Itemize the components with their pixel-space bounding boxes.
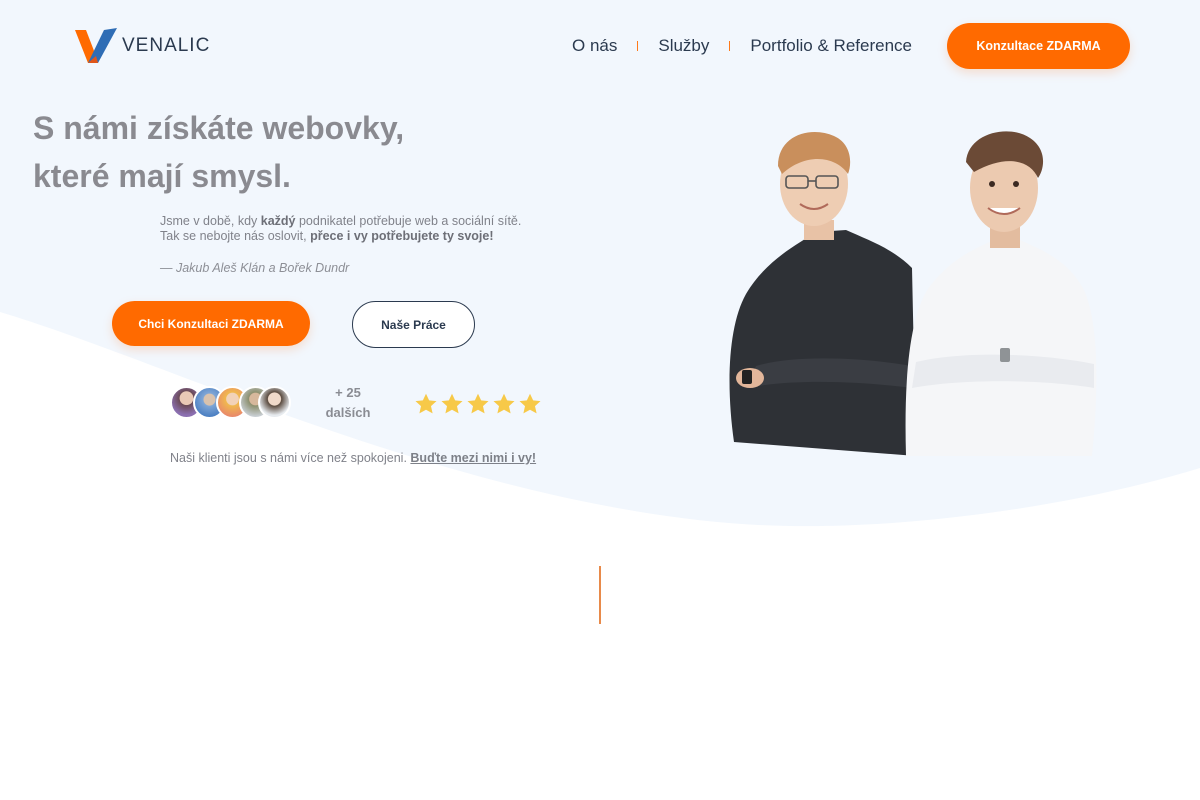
- star-icon: [467, 393, 489, 414]
- intro-text-bold: každý: [260, 214, 296, 228]
- client-avatars: [170, 386, 294, 420]
- nav-item-portfolio[interactable]: Portfolio & Reference: [750, 34, 912, 58]
- founders-photo: [729, 131, 1097, 456]
- nav-item-sluzby[interactable]: Služby: [658, 34, 709, 58]
- nav-item-o-nas[interactable]: O nás: [572, 34, 617, 58]
- clients-note: Naši klienti jsou s námi více než spokoj…: [170, 451, 536, 465]
- join-clients-link[interactable]: Buďte mezi nimi i vy!: [410, 451, 536, 465]
- hero-title-line-2: které mají smysl.: [33, 158, 291, 194]
- clients-note-text: Naši klienti jsou s námi více než spokoj…: [170, 451, 407, 465]
- nav-separator: [637, 41, 639, 51]
- header-consultation-button[interactable]: Konzultace ZDARMA: [947, 23, 1130, 69]
- intro-text-part: Tak se nebojte nás oslovit,: [160, 229, 311, 243]
- rating-stars: [413, 391, 543, 417]
- hero-quote-author: — Jakub Aleš Klán a Bořek Dundr: [160, 261, 350, 275]
- star-icon: [493, 393, 515, 414]
- section-divider: [599, 566, 601, 624]
- our-work-button[interactable]: Naše Práce: [352, 301, 475, 348]
- main-nav: O nás Služby Portfolio & Reference: [572, 34, 912, 58]
- hero-title: S námi získáte webovky, které mají smysl…: [33, 104, 404, 200]
- star-icon: [519, 393, 541, 414]
- clients-count-number: + 25: [335, 385, 361, 400]
- nav-separator: [729, 41, 731, 51]
- avatar: [258, 386, 291, 419]
- consultation-button[interactable]: Chci Konzultaci ZDARMA: [112, 301, 310, 346]
- star-icon: [415, 393, 437, 414]
- intro-text-part: Jsme v době, kdy: [160, 214, 261, 228]
- clients-count: + 25 dalších: [318, 383, 378, 423]
- venalic-v-logo-icon: [75, 28, 117, 63]
- brand-name: VENALIC: [122, 35, 211, 56]
- clients-count-label: dalších: [325, 405, 371, 420]
- star-icon: [441, 393, 463, 414]
- hero-intro-text: Jsme v době, kdy každý podnikatel potřeb…: [160, 214, 580, 244]
- intro-text-part: podnikatel potřebuje web a sociální sítě…: [295, 214, 522, 228]
- intro-text-bold: přece i vy potřebujete ty svoje!: [310, 229, 494, 243]
- hero-title-line-1: S námi získáte webovky,: [33, 110, 405, 146]
- brand-logo[interactable]: VENALIC: [74, 26, 210, 66]
